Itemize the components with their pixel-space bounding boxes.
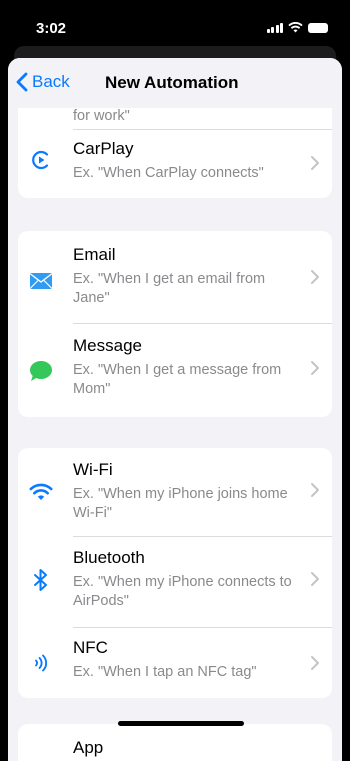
new-automation-sheet: for work" CarPlay Ex. "When CarPlay conn… <box>8 58 342 761</box>
list-item-app[interactable]: App <box>18 724 332 761</box>
bluetooth-icon <box>28 567 54 593</box>
status-icons <box>266 22 328 33</box>
nfc-title: NFC <box>73 638 108 657</box>
chevron-left-icon <box>16 72 28 92</box>
email-subtitle: Ex. "When I get an email from Jane" <box>73 271 266 306</box>
navigation-bar: Back New Automation <box>8 58 342 108</box>
battery-icon <box>308 22 328 33</box>
list-item-carplay[interactable]: CarPlay Ex. "When CarPlay connects" <box>18 130 332 198</box>
card-connectivity: Wi-Fi Ex. "When my iPhone joins home Wi-… <box>18 448 332 698</box>
back-label: Back <box>32 72 70 91</box>
app-title: App <box>73 738 104 757</box>
message-subtitle: Ex. "When I get a message from Mom" <box>73 362 282 397</box>
nfc-icon <box>28 650 54 676</box>
message-bubble-icon <box>28 358 54 384</box>
wifi-status-icon <box>288 22 303 33</box>
chevron-right-icon <box>311 656 319 670</box>
back-button[interactable]: Back <box>16 72 70 92</box>
email-title: Email <box>73 245 116 264</box>
list-item-email[interactable]: Email Ex. "When I get an email from Jane… <box>18 231 332 323</box>
wifi-subtitle: Ex. "When my iPhone joins home Wi-Fi" <box>73 486 288 521</box>
message-title: Message <box>73 336 142 355</box>
chevron-right-icon <box>311 270 319 284</box>
status-time: 3:02 <box>36 20 67 37</box>
chevron-right-icon <box>311 483 319 497</box>
list-item-message[interactable]: Message Ex. "When I get a message from M… <box>18 324 332 417</box>
card-app: App <box>18 724 332 761</box>
card-communication: Email Ex. "When I get an email from Jane… <box>18 231 332 417</box>
chevron-right-icon <box>311 361 319 375</box>
partial-subtitle: for work" <box>73 108 130 124</box>
chevron-right-icon <box>311 572 319 586</box>
page-title: New Automation <box>105 73 239 92</box>
wifi-title: Wi-Fi <box>73 460 113 479</box>
bluetooth-title: Bluetooth <box>73 548 145 567</box>
cellular-signal-icon <box>266 22 283 33</box>
envelope-icon <box>28 268 54 294</box>
status-bar: 3:02 <box>0 0 350 48</box>
carplay-icon <box>28 147 54 173</box>
bluetooth-subtitle: Ex. "When my iPhone connects to AirPods" <box>73 574 292 609</box>
carplay-subtitle: Ex. "When CarPlay connects" <box>73 165 264 181</box>
trigger-list[interactable]: for work" CarPlay Ex. "When CarPlay conn… <box>8 58 342 761</box>
chevron-right-icon <box>311 156 319 170</box>
home-indicator[interactable] <box>118 721 244 726</box>
wifi-icon <box>28 479 54 505</box>
nfc-subtitle: Ex. "When I tap an NFC tag" <box>73 664 257 680</box>
list-item-wifi[interactable]: Wi-Fi Ex. "When my iPhone joins home Wi-… <box>18 448 332 536</box>
carplay-title: CarPlay <box>73 139 134 158</box>
list-item-nfc[interactable]: NFC Ex. "When I tap an NFC tag" <box>18 628 332 698</box>
list-item-bluetooth[interactable]: Bluetooth Ex. "When my iPhone connects t… <box>18 537 332 627</box>
